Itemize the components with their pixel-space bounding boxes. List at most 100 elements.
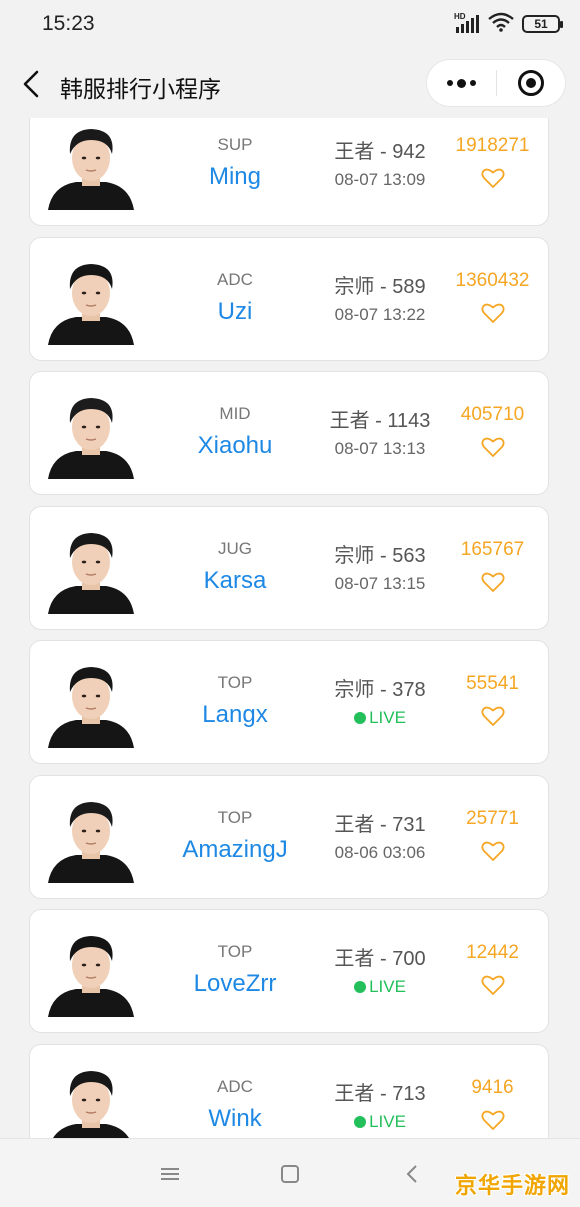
heart-icon [481,572,505,592]
player-avatar [46,120,136,210]
player-card[interactable]: ADC Wink 王者 - 713 LIVE 9416 [29,1043,549,1138]
player-rank: 宗师 - 589 [334,275,426,298]
heart-icon [481,706,505,726]
live-indicator[interactable]: LIVE [320,977,440,997]
player-score: 1918271 [455,135,530,156]
follow-button[interactable] [481,571,505,593]
player-name[interactable]: AmazingJ [140,836,330,864]
live-label: LIVE [369,708,406,727]
player-rank: 宗师 - 378 [334,679,426,701]
live-label: LIVE [369,977,406,996]
heart-icon [481,975,505,995]
player-card[interactable]: TOP Langx 宗师 - 378 LIVE 55541 [29,640,549,764]
player-name[interactable]: Langx [140,701,330,729]
player-name[interactable]: Ming [140,163,330,191]
player-position: TOP [217,807,253,827]
last-game-time: 08-07 13:22 [334,304,426,324]
player-score: 55541 [466,673,519,694]
player-score: 9416 [471,1076,514,1098]
player-position: MID [219,404,251,423]
player-avatar [46,523,136,614]
follow-button[interactable] [481,840,505,862]
player-rank: 王者 - 942 [334,141,426,163]
last-game-time: 08-07 13:15 [334,573,426,593]
heart-icon [481,841,505,861]
more-button[interactable] [427,60,496,106]
player-avatar [46,927,136,1017]
player-avatar [46,254,136,345]
player-avatar [46,1061,136,1138]
live-indicator[interactable]: LIVE [320,1112,440,1132]
heart-icon [481,437,505,457]
heart-icon [481,303,505,323]
player-avatar [46,792,136,883]
player-card[interactable]: TOP LoveZrr 王者 - 700 LIVE 12442 [29,909,549,1033]
miniprogram-capsule [426,59,566,107]
follow-button[interactable] [481,1109,505,1131]
more-dots-icon [446,78,476,88]
player-name[interactable]: Uzi [140,298,330,326]
player-name[interactable]: Xiaohu [140,432,330,460]
player-name[interactable]: LoveZrr [140,970,330,998]
follow-button[interactable] [481,167,505,189]
heart-icon [481,1110,505,1130]
live-label: LIVE [369,1111,406,1131]
player-rank: 王者 - 700 [334,948,426,970]
close-miniprogram-button[interactable] [497,60,566,106]
page-title: 韩服排行小程序 [60,76,221,102]
player-rank: 宗师 - 563 [334,544,426,567]
heart-icon [481,168,505,188]
status-time: 15:23 [42,12,95,35]
player-position: JUG [218,538,252,558]
follow-button[interactable] [481,705,505,727]
live-dot-icon [354,981,367,993]
home-square-icon [281,1165,299,1183]
player-rank: 王者 - 713 [334,1082,426,1105]
watermark: 京华手游网 [454,1173,570,1198]
live-dot-icon [354,1115,367,1128]
player-score: 165767 [460,538,525,560]
player-avatar [46,658,136,748]
player-position: TOP [217,673,253,692]
target-icon [517,70,544,96]
live-dot-icon [354,712,367,724]
wifi-icon [488,12,514,37]
player-position: ADC [217,1076,253,1096]
status-bar: 15:23 HD 51 [0,0,580,50]
player-rank: 王者 - 1143 [329,410,431,432]
player-card[interactable]: SUP Ming 王者 - 942 08-07 13:09 1918271 [29,118,549,226]
chevron-left-icon [23,70,39,98]
player-name[interactable]: Karsa [140,567,330,595]
player-rank: 王者 - 731 [334,813,426,836]
menu-button[interactable] [155,1159,185,1189]
last-game-time: 08-07 13:09 [334,170,426,189]
player-avatar [46,389,136,479]
last-game-time: 08-07 13:13 [334,439,426,458]
last-game-time: 08-06 03:06 [334,842,426,862]
follow-button[interactable] [481,974,505,996]
battery-icon: 51 [522,15,563,33]
follow-button[interactable] [481,436,505,458]
menu-icon [161,1168,179,1180]
player-score: 405710 [460,404,525,425]
player-position: ADC [217,269,253,289]
home-button[interactable] [275,1159,305,1189]
player-card[interactable]: TOP AmazingJ 王者 - 731 08-06 03:06 25771 [29,774,549,899]
nav-bar: 韩服排行小程序 [0,50,580,118]
signal-icon: HD [454,12,480,34]
back-button[interactable] [14,64,48,104]
player-card[interactable]: JUG Karsa 宗师 - 563 08-07 13:15 165767 [29,505,549,630]
follow-button[interactable] [481,302,505,324]
player-position: TOP [217,942,253,961]
player-card[interactable]: MID Xiaohu 王者 - 1143 08-07 13:13 405710 [29,371,549,495]
live-indicator[interactable]: LIVE [320,708,440,728]
player-position: SUP [217,135,253,154]
player-score: 1360432 [455,269,530,291]
status-icons: HD 51 [454,12,563,37]
player-name[interactable]: Wink [140,1105,330,1133]
player-score: 12442 [466,942,519,963]
player-list[interactable]: SUP Ming 王者 - 942 08-07 13:09 1918271 ADC Uzi 宗… [0,118,580,1138]
system-back-button[interactable] [397,1159,427,1189]
chevron-left-icon [406,1165,417,1183]
player-card[interactable]: ADC Uzi 宗师 - 589 08-07 13:22 1360432 [29,236,549,361]
